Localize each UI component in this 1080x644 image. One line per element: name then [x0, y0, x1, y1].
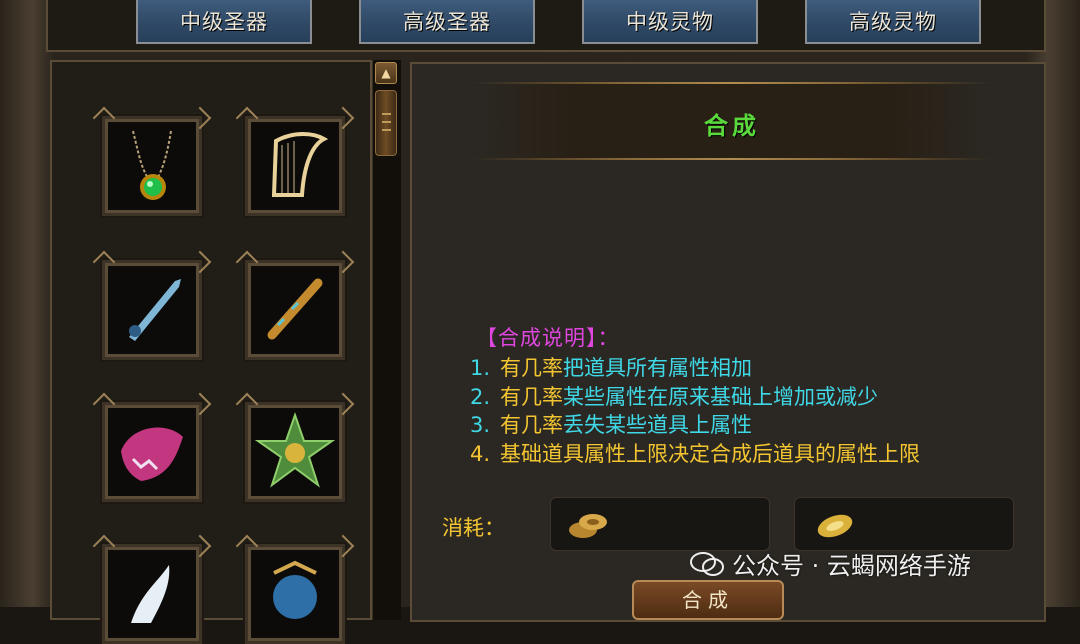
item-slot-7[interactable]	[100, 542, 204, 644]
cost-slot-ingot[interactable]	[794, 497, 1014, 551]
item-slot-4[interactable]	[243, 258, 347, 362]
rule-prefix: 有几率	[500, 413, 563, 437]
rule-text: 某些属性在原来基础上增加或减少	[563, 385, 878, 409]
star-medal-icon	[254, 411, 336, 488]
watermark-text: 公众号 · 云蝎网络手游	[732, 552, 971, 580]
harp-icon	[271, 132, 329, 197]
rule-prefix: 有几率	[500, 356, 563, 380]
item-slot-3[interactable]	[100, 258, 204, 362]
gold-ingot-icon	[817, 514, 853, 538]
rule-line-3: 3. 有几率丢失某些道具上属性	[470, 409, 752, 439]
item-slot-2[interactable]	[243, 114, 347, 218]
rule-text: 丢失某些道具上属性	[563, 413, 752, 437]
rule-line-1: 1. 有几率把道具所有属性相加	[470, 352, 752, 382]
rule-text: 把道具所有属性相加	[563, 356, 752, 380]
rule-prefix: 有几率	[500, 385, 563, 409]
merge-button[interactable]: 合成	[632, 580, 784, 620]
rule-number: 4.	[470, 442, 491, 466]
necklace-icon	[132, 130, 172, 200]
item-slot-5[interactable]	[100, 400, 204, 504]
item-slot-8[interactable]	[243, 542, 347, 644]
item-slot-6[interactable]	[243, 400, 347, 504]
synthesis-title: 合成	[704, 112, 760, 140]
item-list-scrollbar[interactable]: ▲	[372, 60, 401, 620]
spirit-icon	[131, 565, 170, 623]
scroll-up-arrow-icon[interactable]: ▲	[375, 62, 397, 84]
tab-mid-spirit-item[interactable]: 中级灵物	[582, 0, 758, 44]
tab-high-holy-artifact[interactable]: 高级圣器	[359, 0, 535, 44]
title-banner: 合成	[472, 82, 992, 160]
item-slot-1[interactable]	[100, 114, 204, 218]
rule-text: 基础道具属性上限决定合成后道具的属性上限	[500, 442, 920, 466]
scroll-thumb[interactable]	[375, 90, 397, 156]
rule-line-2: 2. 有几率某些属性在原来基础上增加或减少	[470, 381, 878, 411]
sword-icon	[129, 279, 181, 341]
rule-number: 3.	[470, 413, 491, 437]
watermark: 公众号 · 云蝎网络手游	[690, 546, 971, 581]
description-header: 【合成说明】：	[476, 326, 620, 350]
rule-number: 2.	[470, 385, 491, 409]
rule-number: 1.	[470, 356, 491, 380]
tab-mid-holy-artifact[interactable]: 中级圣器	[136, 0, 312, 44]
beast-head-icon	[121, 427, 183, 481]
cost-label: 消耗：	[442, 516, 505, 540]
cost-slot-coins[interactable]	[550, 497, 770, 551]
flute-icon	[267, 278, 323, 340]
rule-line-4: 4. 基础道具属性上限决定合成后道具的属性上限	[470, 438, 920, 468]
wechat-icon	[690, 551, 724, 577]
tab-high-spirit-item[interactable]: 高级灵物	[805, 0, 981, 44]
gold-coins-icon	[569, 514, 607, 538]
crest-icon	[273, 560, 317, 619]
